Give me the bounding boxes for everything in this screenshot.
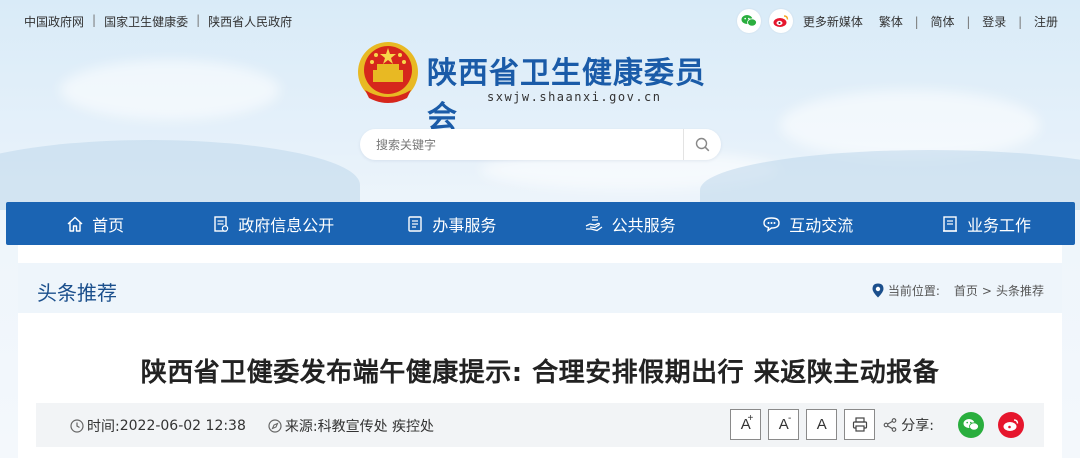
source-label: 来源:	[284, 419, 318, 435]
nav-services[interactable]: 办事服务	[362, 202, 540, 245]
wechat-icon[interactable]	[736, 9, 761, 33]
national-emblem-icon	[358, 42, 418, 103]
more-media-link[interactable]: 更多新媒体	[803, 13, 863, 30]
weibo-icon[interactable]	[768, 9, 793, 33]
top-bar: 中国政府网 | 国家卫生健康委 | 陕西省人民政府 更多新媒体 繁体 | 简体	[0, 0, 1080, 40]
content-panel: 头条推荐 当前位置: 首页 > 头条推荐 陕西省卫健委发布端午健康提示: 合理安…	[18, 245, 1062, 458]
traditional-chinese-link[interactable]: 繁体	[879, 15, 903, 29]
home-icon	[67, 216, 83, 232]
register-link[interactable]: 注册	[1034, 15, 1058, 29]
breadcrumb-separator: >	[981, 283, 992, 298]
section-header: 头条推荐 当前位置: 首页 > 头条推荐	[18, 263, 1062, 313]
service-icon	[408, 215, 423, 232]
main-nav: 首页 政府信息公开 办事服务 公共服务 互动交流 业务工作	[6, 202, 1075, 245]
work-icon	[942, 215, 957, 232]
breadcrumb-label: 当前位置:	[887, 284, 940, 298]
site-logo[interactable]: 陕西省卫生健康委员会 sxwjw.shaanxi.gov.cn	[355, 40, 735, 135]
share-icon	[883, 417, 897, 432]
article-meta-bar: 时间: 2022-06-02 12:38 来源: 科教宣传处 疾控处 A + A-…	[36, 403, 1044, 447]
printer-icon	[852, 417, 867, 432]
location-pin-icon	[872, 283, 884, 298]
nav-home[interactable]: 首页	[6, 202, 184, 245]
top-links: 中国政府网 | 国家卫生健康委 | 陕西省人民政府	[24, 13, 293, 30]
login-link[interactable]: 登录	[982, 15, 1006, 29]
font-decrease-button[interactable]: A-	[768, 409, 800, 440]
nav-interaction-label: 互动交流	[789, 215, 854, 235]
chat-icon	[763, 216, 780, 232]
publish-time: 时间: 2022-06-02 12:38	[70, 416, 246, 436]
top-right-tools: 更多新媒体 繁体 | 简体 | 登录 | 注册	[736, 9, 1058, 33]
search-icon	[695, 137, 710, 152]
nav-public-services[interactable]: 公共服务	[541, 202, 719, 245]
site-domain: sxwjw.shaanxi.gov.cn	[487, 90, 662, 104]
search-box	[360, 129, 721, 160]
article-source: 来源: 科教宣传处 疾控处	[268, 416, 434, 436]
link-nhc[interactable]: 国家卫生健康委	[104, 13, 188, 30]
nav-public-services-label: 公共服务	[611, 215, 676, 235]
share-weibo-button[interactable]	[998, 411, 1024, 438]
article-title: 陕西省卫健委发布端午健康提示: 合理安排假期出行 来返陕主动报备	[140, 358, 940, 388]
weibo-icon	[1003, 418, 1019, 431]
public-service-icon	[585, 215, 602, 231]
source-value: 科教宣传处 疾控处	[317, 419, 435, 435]
article-meta: 时间: 2022-06-02 12:38 来源: 科教宣传处 疾控处	[70, 416, 456, 436]
nav-work-label: 业务工作	[966, 215, 1031, 235]
simplified-chinese-link[interactable]: 简体	[931, 15, 955, 29]
nav-home-label: 首页	[92, 215, 125, 235]
nav-work[interactable]: 业务工作	[897, 202, 1075, 245]
font-increase-button[interactable]: A +	[730, 409, 762, 440]
nav-interaction[interactable]: 互动交流	[719, 202, 897, 245]
nav-services-label: 办事服务	[432, 215, 497, 235]
nav-gov-info-label: 政府信息公开	[238, 215, 335, 235]
breadcrumb-home[interactable]: 首页	[954, 282, 978, 299]
breadcrumb-current[interactable]: 头条推荐	[996, 282, 1044, 299]
link-gov-cn[interactable]: 中国政府网	[24, 13, 84, 30]
print-button[interactable]	[844, 409, 876, 440]
clock-icon	[70, 419, 84, 433]
nav-gov-info[interactable]: 政府信息公开	[184, 202, 362, 245]
time-value: 2022-06-02 12:38	[119, 418, 246, 434]
wechat-icon	[963, 418, 979, 431]
share-wechat-button[interactable]	[958, 411, 984, 438]
font-default-button[interactable]: A	[806, 409, 838, 440]
time-label: 时间:	[87, 419, 120, 435]
search-button[interactable]	[683, 129, 721, 160]
share-label: 分享:	[883, 415, 934, 435]
document-icon	[214, 215, 229, 232]
search-input[interactable]	[376, 135, 676, 155]
link-shaanxi-gov[interactable]: 陕西省人民政府	[208, 13, 292, 30]
article-tools: A + A- A 分享:	[723, 409, 1024, 440]
breadcrumb: 当前位置: 首页 > 头条推荐	[872, 282, 1044, 299]
compass-icon	[268, 419, 282, 433]
section-title: 头条推荐	[37, 281, 117, 305]
